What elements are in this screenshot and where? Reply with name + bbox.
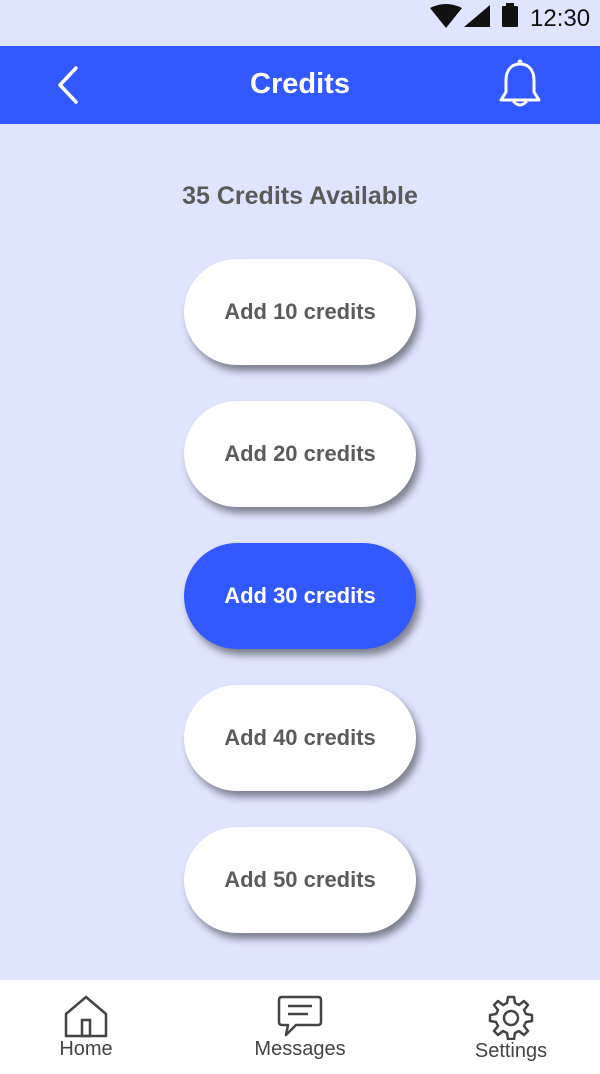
- add-50-credits-button[interactable]: Add 50 credits: [184, 827, 416, 933]
- cell-signal-icon: [464, 5, 490, 27]
- message-icon: [277, 995, 323, 1037]
- add-10-credits-button[interactable]: Add 10 credits: [184, 259, 416, 365]
- nav-home[interactable]: Home: [46, 994, 126, 1061]
- app-bar: Credits: [0, 46, 600, 124]
- notifications-button[interactable]: [496, 58, 544, 110]
- gear-icon: [488, 995, 534, 1040]
- credits-available-text: 35 Credits Available: [182, 182, 418, 210]
- bottom-nav: Home Messages Settings: [0, 980, 600, 1074]
- nav-messages[interactable]: Messages: [245, 994, 355, 1061]
- nav-settings-label: Settings: [474, 1040, 548, 1062]
- nav-home-label: Home: [59, 1038, 113, 1060]
- status-time: 12:30: [530, 5, 591, 32]
- nav-messages-label: Messages: [254, 1038, 346, 1060]
- add-20-credits-button[interactable]: Add 20 credits: [184, 401, 416, 507]
- credits-screen: 12:30 Credits 35 Credits Available Add 1…: [0, 0, 600, 1074]
- wifi-icon: [430, 4, 462, 28]
- nav-settings[interactable]: Settings: [466, 994, 556, 1063]
- bell-icon: [499, 59, 541, 107]
- home-icon: [64, 995, 108, 1038]
- status-bar: 12:30: [0, 0, 600, 46]
- add-30-credits-button[interactable]: Add 30 credits: [184, 543, 416, 649]
- battery-icon: [502, 3, 518, 27]
- add-40-credits-button[interactable]: Add 40 credits: [184, 685, 416, 791]
